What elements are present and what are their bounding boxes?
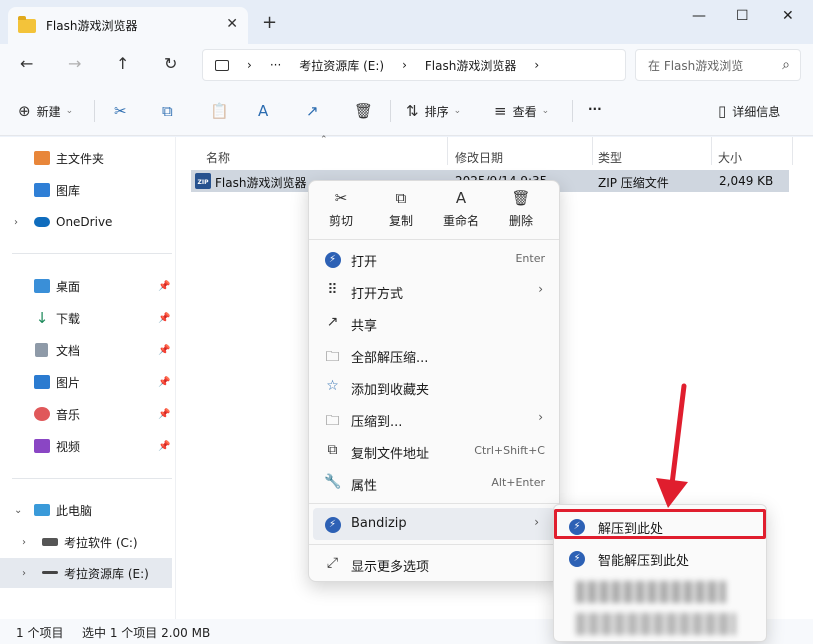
annotation-arrow-icon [656, 383, 688, 508]
